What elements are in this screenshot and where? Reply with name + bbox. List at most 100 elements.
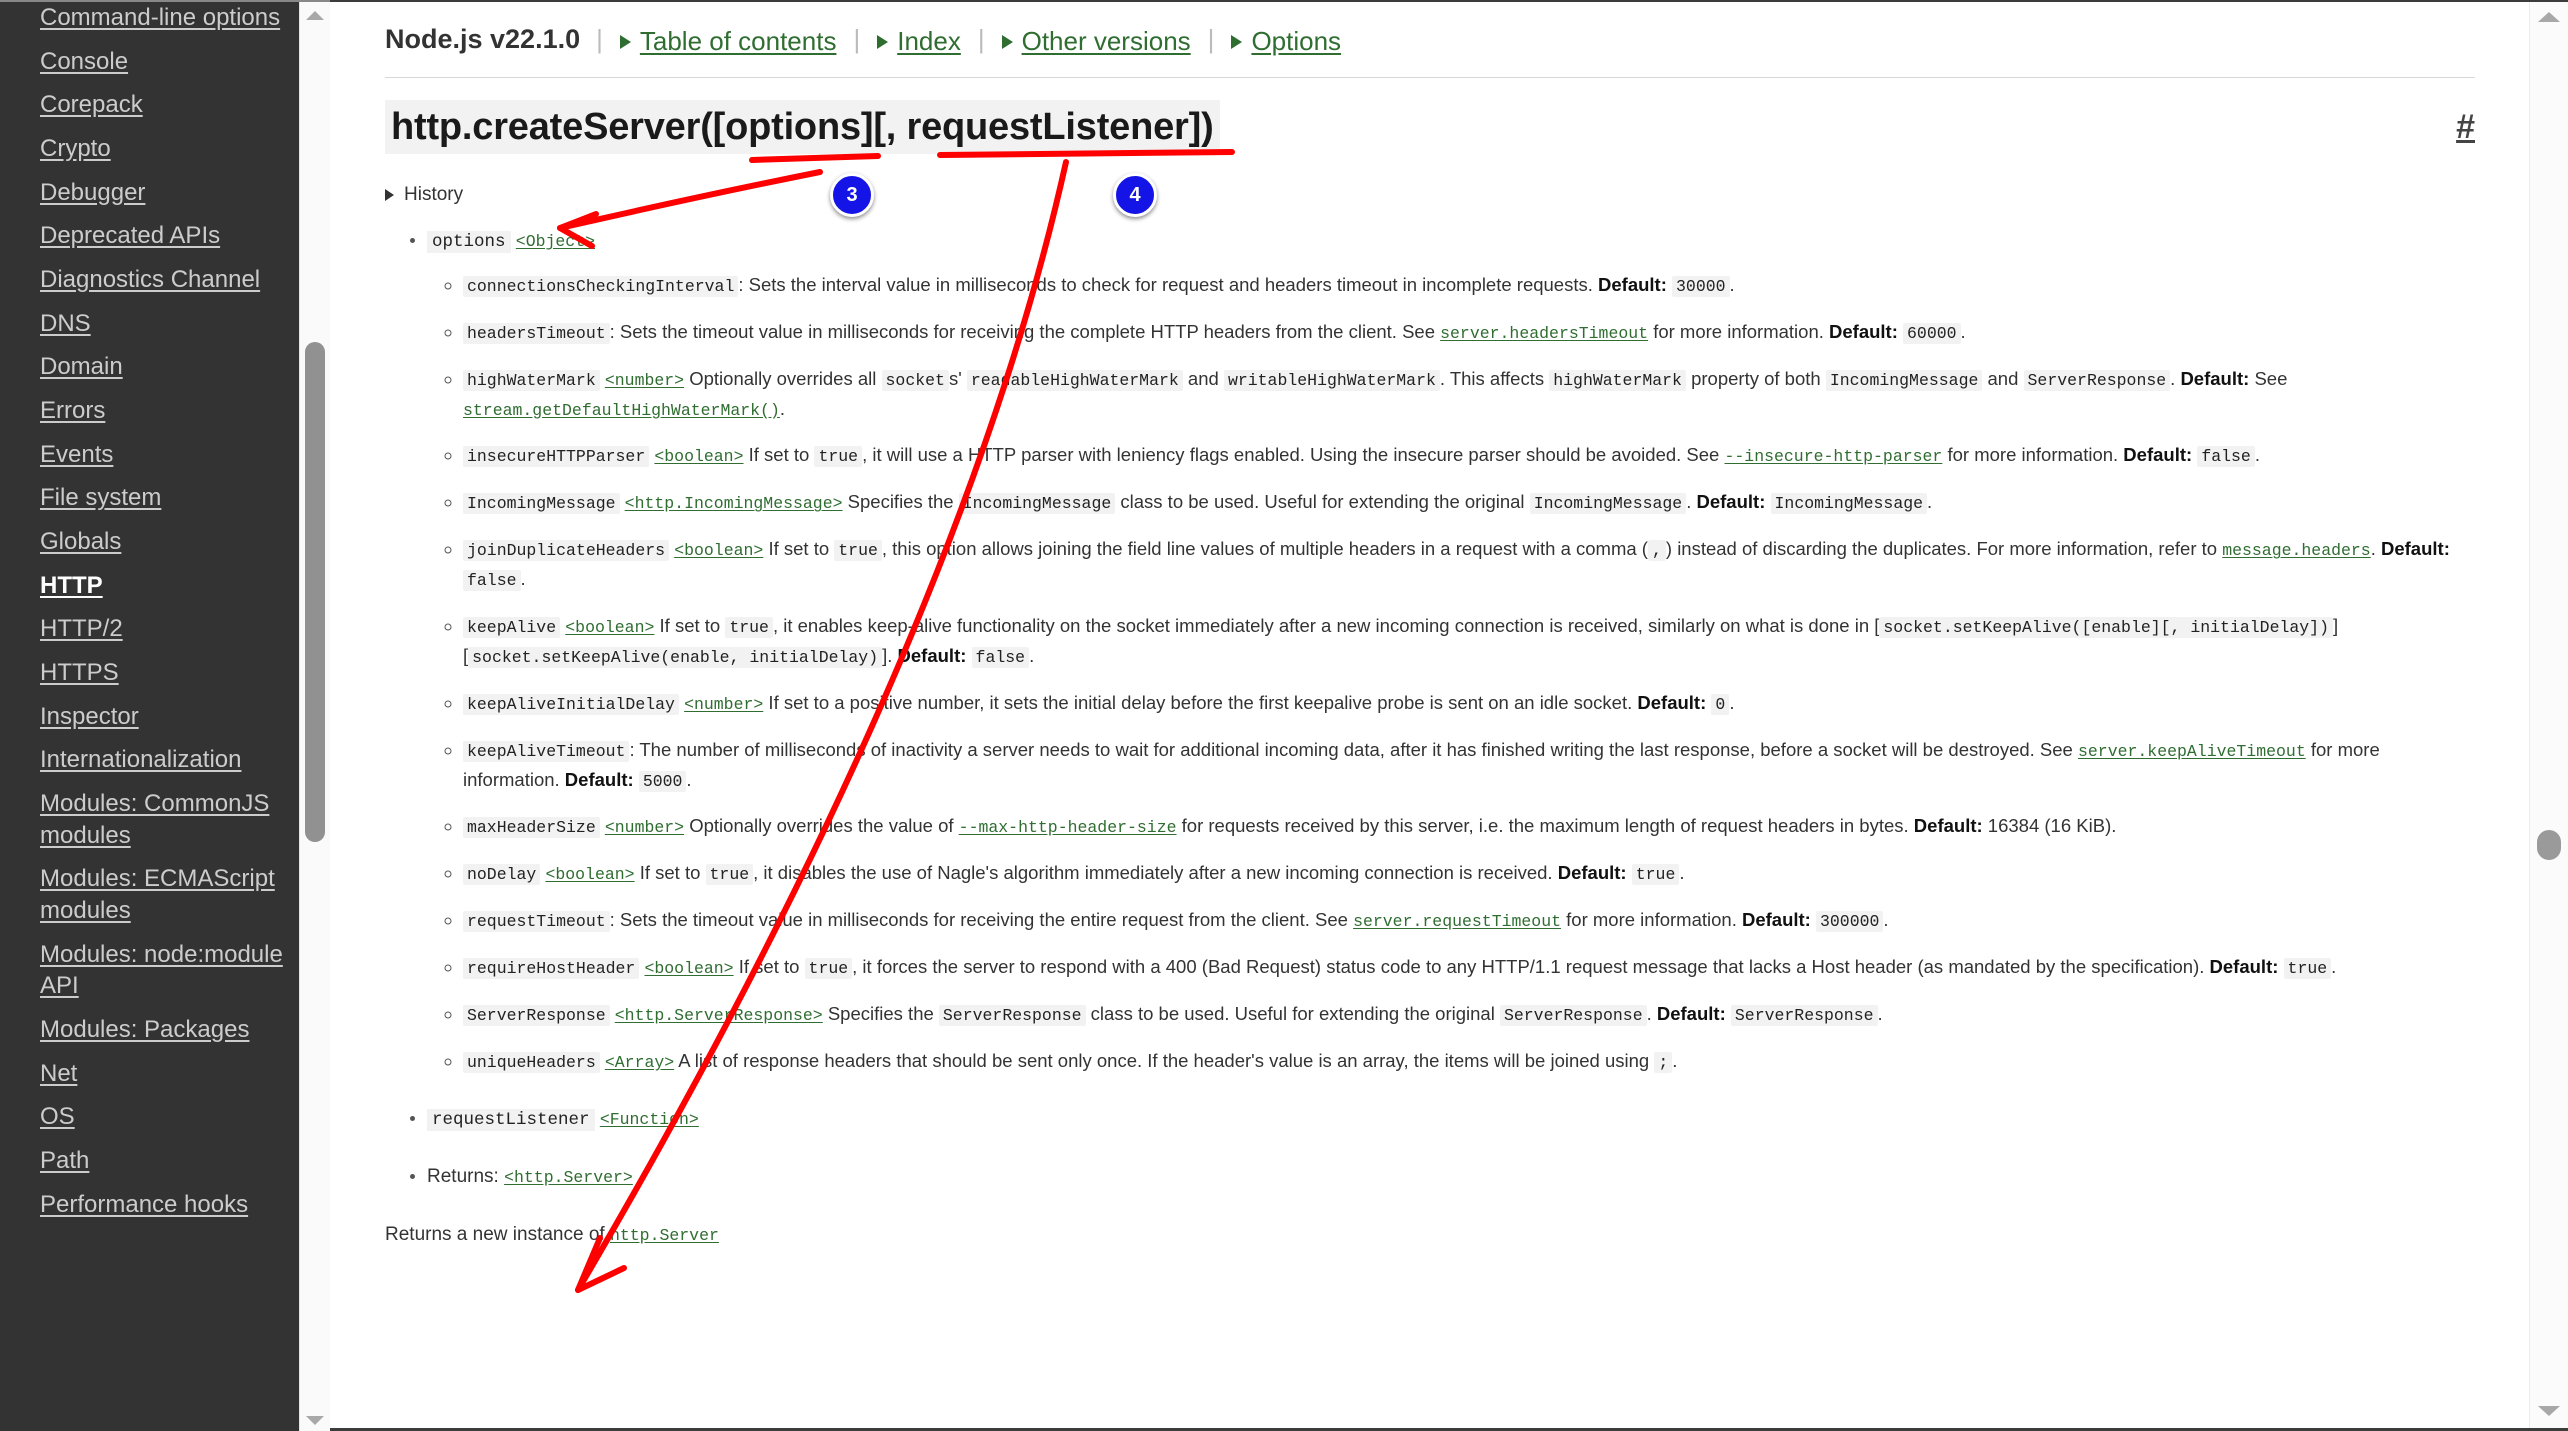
description-text: for requests received by this server, i.… (1176, 815, 1914, 837)
sidebar-item-link[interactable]: File system (40, 476, 161, 520)
reference-link[interactable]: server.requestTimeout (1353, 912, 1561, 931)
breadcrumb-item-other-versions[interactable]: Other versions (985, 26, 1208, 57)
sidebar-item-link[interactable]: DNS (40, 302, 91, 346)
inline-code: IncomingMessage (1529, 493, 1687, 515)
option-type-link[interactable]: <number> (605, 371, 684, 390)
reference-link[interactable]: message.headers (2222, 541, 2371, 560)
option-type-link[interactable]: <http.IncomingMessage> (625, 494, 843, 513)
inline-code: 300000 (1815, 911, 1884, 933)
content-scroll-up-arrow-icon[interactable] (2530, 4, 2568, 30)
param-request-listener-type-link[interactable]: <Function> (600, 1110, 699, 1129)
sidebar-item-link[interactable]: HTTP (40, 564, 103, 608)
sidebar-item-link[interactable]: Modules: node:module API (40, 933, 310, 1008)
sidebar-item-link[interactable]: Errors (40, 389, 105, 433)
option-type-link[interactable]: <boolean> (674, 541, 763, 560)
inline-code: socket (881, 369, 949, 391)
sidebar-item-link[interactable]: Path (40, 1139, 89, 1183)
description-text: and (1982, 367, 2024, 389)
history-label: History (404, 183, 464, 205)
sidebar-scrollbar-thumb[interactable] (305, 342, 325, 842)
reference-link[interactable]: server.headersTimeout (1440, 324, 1648, 343)
option-type-link[interactable]: <http.ServerResponse> (615, 1006, 823, 1025)
sidebar-item: Performance hooks (0, 1183, 330, 1227)
sidebar-item-link[interactable]: Modules: ECMAScript modules (40, 857, 310, 932)
content-scroll-down-arrow-icon[interactable] (2530, 1398, 2568, 1424)
triangle-right-icon (1231, 35, 1243, 49)
sidebar-item-link[interactable]: Command-line options (40, 2, 280, 40)
sidebar-item-link[interactable]: Deprecated APIs (40, 214, 220, 258)
sidebar-item-link[interactable]: HTTPS (40, 651, 119, 695)
reference-link[interactable]: server.keepAliveTimeout (2078, 742, 2306, 761)
description-text: . (686, 768, 692, 790)
anchor-link-icon[interactable]: # (2456, 108, 2475, 147)
sidebar-item: Debugger (0, 171, 330, 215)
option-name: headersTimeout (463, 322, 610, 344)
sidebar-item-link[interactable]: Globals (40, 520, 121, 564)
description-text: 16384 (16 KiB). (1982, 815, 2117, 837)
description-text: ]. (882, 644, 898, 666)
sidebar-item-link[interactable]: HTTP/2 (40, 607, 123, 651)
options-link[interactable]: Options (1251, 26, 1341, 57)
option-name: joinDuplicateHeaders (463, 540, 670, 562)
toc-link[interactable]: Table of contents (640, 26, 837, 57)
description-text: . (2170, 367, 2181, 389)
description-text: . (1960, 320, 1966, 342)
reference-link[interactable]: --insecure-http-parser (1725, 447, 1943, 466)
sidebar-item: HTTP (0, 564, 330, 608)
description-text: Optionally overrides the value of (684, 815, 959, 837)
sidebar-item-link[interactable]: Performance hooks (40, 1183, 248, 1227)
sidebar-item: Net (0, 1052, 330, 1096)
sidebar-item-link[interactable]: Diagnostics Channel (40, 258, 260, 302)
inline-code: socket.setKeepAlive(enable, initialDelay… (468, 646, 883, 668)
sidebar-item-link[interactable]: Net (40, 1052, 77, 1096)
sidebar-scrollbar[interactable] (299, 2, 330, 1431)
default-label: Default: (1741, 909, 1811, 931)
reference-link[interactable]: stream.getDefaultHighWaterMark() (463, 401, 780, 420)
param-options-type-link[interactable]: <Object> (516, 232, 595, 251)
sidebar-item-link[interactable]: Modules: Packages (40, 1008, 249, 1052)
option-type-link[interactable]: <boolean> (644, 959, 733, 978)
sidebar-item-link[interactable]: Modules: CommonJS modules (40, 782, 310, 857)
sidebar-item-link[interactable]: Domain (40, 345, 123, 389)
content-scrollbar[interactable] (2529, 2, 2568, 1428)
option-type-link[interactable]: <boolean> (565, 618, 654, 637)
sidebar-item-link[interactable]: Inspector (40, 695, 139, 739)
http-server-link[interactable]: http.Server (610, 1226, 719, 1245)
sidebar-item-link[interactable]: Corepack (40, 83, 143, 127)
sidebar-scroll-up-arrow-icon[interactable] (300, 4, 330, 26)
content-scrollbar-thumb[interactable] (2537, 830, 2561, 860)
sidebar-item-link[interactable]: OS (40, 1095, 75, 1139)
sidebar-scroll-down-arrow-icon[interactable] (300, 1409, 330, 1431)
other-versions-link[interactable]: Other versions (1022, 26, 1191, 57)
triangle-right-icon (385, 188, 394, 201)
option-type-link[interactable]: <number> (605, 818, 684, 837)
history-toggle[interactable]: History (385, 184, 2475, 206)
returns-type-link[interactable]: <http.Server> (504, 1168, 633, 1187)
sidebar-item: Diagnostics Channel (0, 258, 330, 302)
index-link[interactable]: Index (897, 26, 961, 57)
sidebar-item-link[interactable]: Crypto (40, 127, 111, 171)
option-name: ServerResponse (463, 1005, 610, 1026)
option-type-link[interactable]: <boolean> (545, 865, 634, 884)
option-type-link[interactable]: <boolean> (654, 447, 743, 466)
sidebar-item-link[interactable]: Internationalization (40, 738, 241, 782)
breadcrumb-item-toc[interactable]: Table of contents (603, 26, 854, 57)
reference-link[interactable]: --max-http-header-size (959, 818, 1177, 837)
sidebar-item-link[interactable]: Console (40, 40, 128, 84)
breadcrumb-item-options[interactable]: Options (1214, 26, 1358, 57)
option-type-link[interactable]: <number> (684, 695, 763, 714)
default-label: Default: (1913, 815, 1983, 837)
inline-code: ServerResponse (938, 1005, 1086, 1026)
default-label: Default: (564, 768, 634, 790)
description-text: If set to (634, 862, 706, 884)
breadcrumb: Node.js v22.1.0 | Table of contents | In… (385, 24, 2475, 78)
sidebar-item: Corepack (0, 83, 330, 127)
sidebar-item-link[interactable]: Debugger (40, 171, 145, 215)
description-text: property of both (1685, 367, 1826, 389)
sidebar-item-link[interactable]: Events (40, 433, 113, 477)
option-type-link[interactable]: <Array> (605, 1053, 674, 1072)
sidebar-item: Errors (0, 389, 330, 433)
breadcrumb-item-index[interactable]: Index (860, 26, 978, 57)
inline-code: IncomingMessage (958, 493, 1116, 515)
option-name: connectionsCheckingInterval (463, 275, 739, 297)
